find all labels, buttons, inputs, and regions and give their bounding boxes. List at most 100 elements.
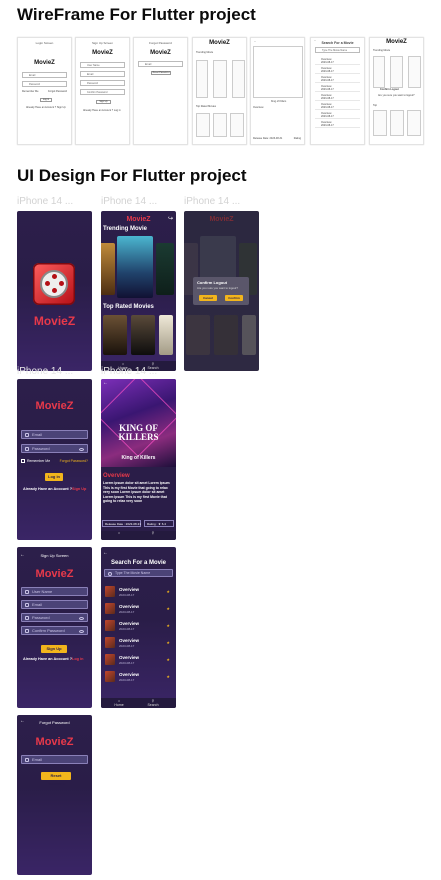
star-icon: ★ — [166, 589, 170, 594]
result-thumbnail — [105, 671, 115, 682]
wf-home-trending: Trending Movie — [196, 51, 214, 54]
email-input[interactable]: Email — [21, 600, 88, 609]
dialog-confirm-button[interactable]: Confirm — [225, 295, 243, 301]
wf-forgot-email: Email — [138, 61, 183, 67]
email-input[interactable]: Email — [21, 755, 88, 764]
wf-login-forgot: Forgot Password — [48, 90, 67, 93]
password-input[interactable]: Password — [21, 613, 88, 622]
wireframe-signup: Sign Up Screen MovieZ User Name Email Pa… — [75, 37, 130, 145]
wf-search-row: Overview 2023-08-17 — [315, 57, 360, 65]
nav-home[interactable]: ⌂ Home — [111, 699, 127, 707]
back-icon[interactable]: ← — [103, 550, 108, 556]
search-result-row[interactable]: Overview 2023-08-17 ★ — [105, 636, 172, 649]
top-rated-poster[interactable] — [159, 315, 173, 355]
signup-prompt: Already Have an Account ? — [23, 487, 73, 491]
result-title: Overview — [119, 587, 140, 592]
poster-frame — [101, 379, 176, 458]
trending-poster[interactable] — [101, 243, 115, 295]
home-logo: MovieZ — [126, 216, 151, 223]
login-screen: MovieZ Email Password Remember Me Forgot… — [17, 379, 92, 540]
logout-icon[interactable]: ↪ — [168, 215, 173, 222]
password-input[interactable]: Password — [21, 444, 88, 453]
wf-home-poster — [196, 60, 208, 98]
wf-home-top-rated: Top Rated Movies — [196, 105, 217, 108]
wf-signup-email: Email — [80, 71, 125, 77]
result-thumbnail — [105, 586, 115, 597]
wf-signup-header: Sign Up Screen — [91, 41, 113, 45]
wireframe-search: ← Search For a Movie Type The Movie Name… — [310, 37, 365, 145]
app-logo — [33, 263, 75, 305]
wf-login-password: Password — [22, 81, 67, 87]
overview-heading: Overview — [103, 473, 130, 479]
poster-subtitle: King of Killers — [121, 455, 156, 461]
nav-home[interactable]: ⌂ — [111, 531, 127, 535]
wf-search-row: Overview 2023-08-17 — [315, 93, 360, 101]
logout-dialog-screen: MovieZ Confirm Logout Are you sure you w… — [184, 211, 259, 371]
forgot-header: Forgot Password — [39, 720, 70, 725]
email-input[interactable]: Email — [21, 430, 88, 439]
wf-forgot-button: Reset Password — [151, 71, 171, 75]
confirm-password-input[interactable]: Confirm Password — [21, 626, 88, 635]
wf-search-row-date: 2023-08-17 — [321, 61, 334, 64]
trending-poster[interactable] — [156, 243, 174, 295]
release-date: Release Date : 2023-08-31 — [102, 520, 141, 527]
nav-home-label: Home — [114, 703, 124, 707]
signup-link[interactable]: Sign Up — [72, 487, 86, 491]
top-rated-poster[interactable] — [103, 315, 127, 355]
mail-icon — [25, 433, 29, 437]
result-title: Overview — [119, 672, 140, 677]
lock-icon — [25, 629, 29, 633]
search-result-row[interactable]: Overview 2023-08-17 ★ — [105, 619, 172, 632]
remember-checkbox[interactable] — [21, 459, 25, 463]
search-result-row[interactable]: Overview 2023-08-17 ★ — [105, 670, 172, 683]
reel-hole — [59, 281, 64, 286]
search-result-row[interactable]: Overview 2023-08-17 ★ — [105, 585, 172, 598]
login-link[interactable]: Log in — [72, 657, 83, 661]
wf-signup-button: Sign Up — [96, 100, 111, 104]
result-title: Overview — [119, 621, 140, 626]
wf-home-logo: MovieZ — [209, 40, 230, 46]
wf-logout-poster — [373, 110, 387, 136]
forgot-password-link[interactable]: Forgot Password? — [60, 459, 88, 463]
ui-section-title: UI Design For Flutter project — [17, 166, 247, 185]
trending-poster[interactable] — [117, 236, 153, 298]
wf-details-title: King of Killers — [271, 100, 287, 103]
login-button[interactable]: Log in — [45, 473, 63, 481]
wf-logout-poster — [373, 56, 385, 88]
eye-icon[interactable] — [79, 629, 84, 633]
search-result-row[interactable]: Overview 2023-08-17 ★ — [105, 653, 172, 666]
result-thumbnail — [105, 620, 115, 631]
wf-details-release: Release Date: 2023-08-31 — [253, 137, 283, 140]
home-icon: ⌂ — [117, 531, 121, 535]
search-input[interactable]: Type The Movie Name — [104, 569, 173, 577]
wireframe-login: Login Screen MovieZ Email Password Remem… — [17, 37, 72, 145]
wf-search-row: Overview 2023-08-17 — [315, 102, 360, 110]
top-rated-poster[interactable] — [131, 315, 155, 355]
eye-icon[interactable] — [79, 447, 84, 451]
signup-button[interactable]: Sign Up — [41, 645, 67, 653]
signup-screen: ← Sign Up Screen MovieZ User Name Email … — [17, 547, 92, 708]
nav-search[interactable]: ⚲ Search — [145, 699, 161, 707]
result-date: 2023-08-17 — [119, 644, 135, 648]
wf-forgot-header: Forgot Password — [149, 41, 172, 45]
nav-search[interactable]: ⚲ — [145, 531, 161, 535]
wf-logout-logo: MovieZ — [386, 39, 407, 45]
result-thumbnail — [105, 637, 115, 648]
dialog-cancel-button[interactable]: Cancel — [199, 295, 217, 301]
search-result-row[interactable]: Overview 2023-08-17 ★ — [105, 602, 172, 615]
signup-header: Sign Up Screen — [40, 553, 69, 558]
result-thumbnail — [105, 603, 115, 614]
wf-search-title: Search For a Movie — [321, 41, 354, 45]
back-icon[interactable]: ← — [103, 380, 108, 386]
result-date: 2023-08-17 — [119, 593, 135, 597]
wf-search-row-date: 2023-08-17 — [321, 115, 334, 118]
nav-search-label: Search — [147, 703, 159, 707]
username-input[interactable]: User Name — [21, 587, 88, 596]
eye-icon[interactable] — [79, 616, 84, 620]
wf-logout-poster — [390, 56, 403, 88]
home-screen: MovieZ ↪ Trending Movie Top Rated Movies… — [101, 211, 176, 371]
reset-password-button[interactable]: Reset Password — [41, 772, 71, 786]
poster-title: KING OF KILLERS — [118, 423, 159, 442]
dimmed-logo: MovieZ — [209, 216, 234, 223]
splash-app-name: MovieZ — [33, 314, 76, 328]
